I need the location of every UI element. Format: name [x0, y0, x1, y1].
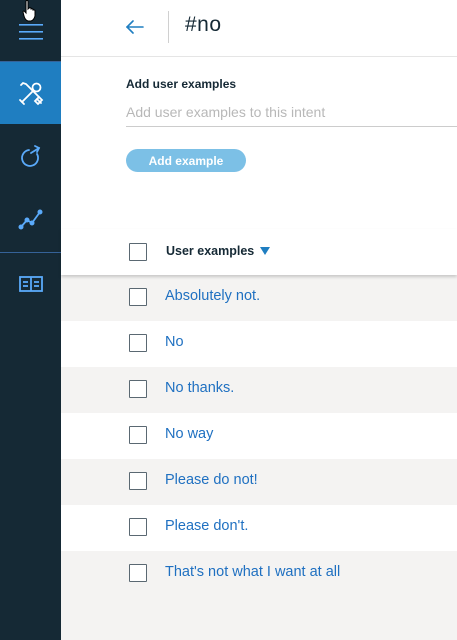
intent-title: #no — [185, 13, 222, 36]
line-chart-icon — [18, 209, 42, 230]
row-checkbox[interactable] — [129, 564, 147, 582]
add-examples-form: Add user examples Add example — [61, 57, 457, 229]
table-row: No thanks. — [61, 367, 457, 413]
user-example-text[interactable]: No — [165, 334, 184, 350]
grid-layout-icon — [18, 276, 43, 292]
select-all-checkbox[interactable] — [129, 243, 147, 261]
user-example-text[interactable]: Please do not! — [165, 472, 258, 488]
column-header-label: User examples — [166, 244, 255, 258]
user-example-text[interactable]: No thanks. — [165, 380, 234, 396]
table-row: No — [61, 321, 457, 367]
user-examples-table: User examples Absolutely not. No No than… — [61, 229, 457, 597]
tools-icon — [18, 81, 43, 106]
back-button[interactable] — [122, 14, 148, 40]
row-checkbox[interactable] — [129, 288, 147, 306]
left-navigation-sidebar — [0, 0, 61, 640]
sidebar-item-analytics[interactable] — [0, 188, 61, 250]
table-row: Please do not! — [61, 459, 457, 505]
page-header: #no — [61, 0, 457, 57]
row-checkbox[interactable] — [129, 518, 147, 536]
table-row: That's not what I want at all — [61, 551, 457, 597]
sidebar-item-improve[interactable] — [0, 126, 61, 188]
arrow-left-icon — [126, 20, 144, 34]
user-example-text[interactable]: Absolutely not. — [165, 288, 260, 304]
user-example-text[interactable]: That's not what I want at all — [165, 564, 340, 580]
row-checkbox[interactable] — [129, 426, 147, 444]
hamburger-menu-icon — [18, 24, 43, 40]
table-row: Please don't. — [61, 505, 457, 551]
table-row: No way — [61, 413, 457, 459]
hand-cursor-icon — [22, 0, 36, 22]
add-examples-label: Add user examples — [126, 77, 237, 91]
header-separator — [168, 11, 169, 43]
sidebar-item-build[interactable] — [0, 62, 61, 124]
table-row: Absolutely not. — [61, 275, 457, 321]
refresh-circle-icon — [20, 145, 40, 167]
add-example-button[interactable]: Add example — [126, 149, 246, 172]
user-example-text[interactable]: Please don't. — [165, 518, 248, 534]
row-checkbox[interactable] — [129, 334, 147, 352]
sort-down-icon[interactable] — [260, 247, 271, 255]
row-checkbox[interactable] — [129, 380, 147, 398]
column-header-user-examples[interactable]: User examples — [166, 244, 271, 258]
table-header: User examples — [61, 229, 457, 275]
user-example-text[interactable]: No way — [165, 426, 213, 442]
sidebar-item-dashboard[interactable] — [0, 253, 61, 315]
row-checkbox[interactable] — [129, 472, 147, 490]
user-example-input[interactable] — [126, 97, 457, 127]
